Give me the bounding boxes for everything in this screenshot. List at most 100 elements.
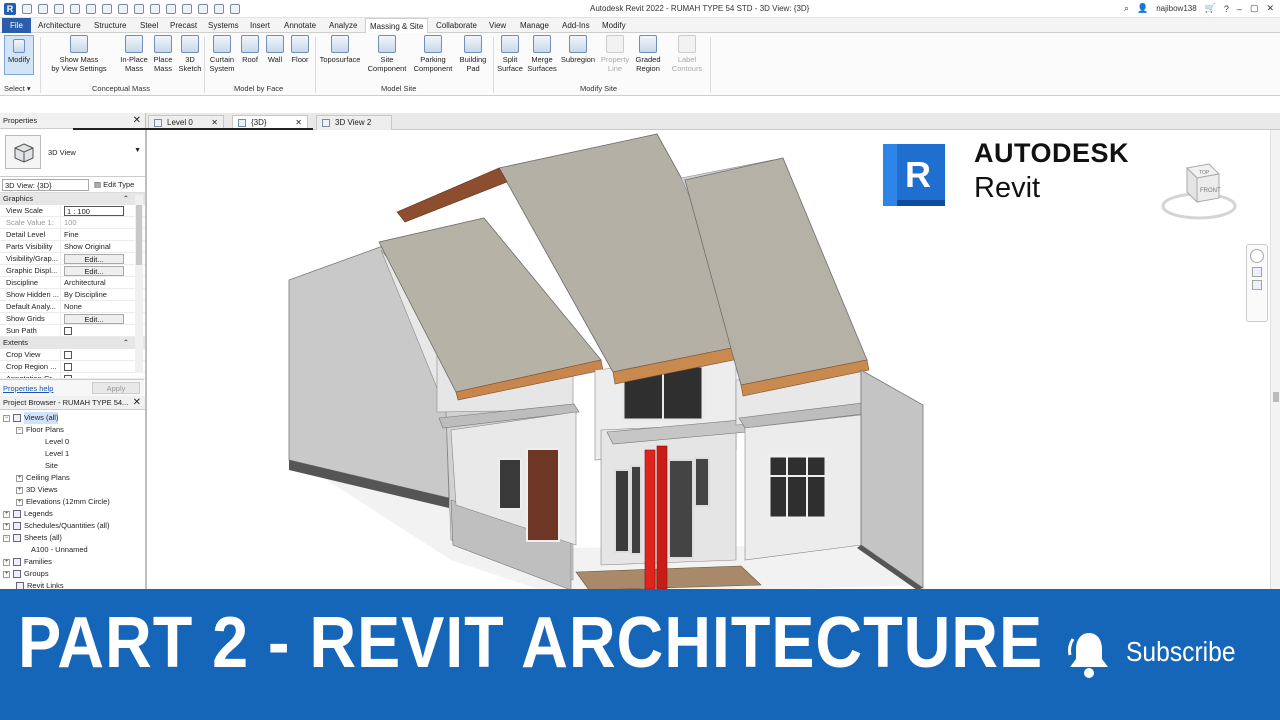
apply-button[interactable]: Apply: [92, 382, 140, 394]
bell-icon[interactable]: [1066, 629, 1112, 679]
collapse-toggle-icon[interactable]: −: [3, 414, 10, 422]
discipline-value[interactable]: Architectural: [61, 277, 145, 288]
expand-toggle-icon[interactable]: +: [16, 474, 23, 482]
redo-icon[interactable]: [86, 4, 96, 14]
tab-precast[interactable]: Precast: [166, 18, 201, 33]
scrollbar[interactable]: [1270, 130, 1280, 589]
annotation-crop-checkbox[interactable]: [64, 375, 72, 378]
section-graphics[interactable]: Graphics ⌃: [0, 193, 145, 205]
type-selector[interactable]: 3D View ▼: [0, 129, 145, 177]
scrollbar-thumb[interactable]: [1273, 392, 1279, 402]
expand-toggle-icon[interactable]: +: [3, 522, 10, 530]
view-scale-field[interactable]: 1 : 100: [64, 206, 124, 216]
tree-node-groups[interactable]: + Groups: [3, 568, 49, 580]
user-name[interactable]: najibow138: [1156, 4, 1196, 13]
tree-node-sheets[interactable]: − Sheets (all): [3, 532, 62, 544]
graphic-display-edit-button[interactable]: Edit...: [64, 266, 124, 276]
site-component-button[interactable]: Site Component: [364, 35, 410, 73]
section-icon[interactable]: [182, 4, 192, 14]
tab-manage[interactable]: Manage: [516, 18, 553, 33]
close-icon[interactable]: ✕: [1266, 3, 1274, 14]
wall-by-face-button[interactable]: Wall: [264, 35, 286, 64]
navigation-bar[interactable]: [1246, 244, 1268, 322]
select-dropdown[interactable]: Select ▾: [4, 84, 31, 93]
vg-edit-button[interactable]: Edit...: [64, 254, 124, 264]
close-hidden-icon[interactable]: [214, 4, 224, 14]
tree-node-level-0[interactable]: Level 0: [45, 436, 69, 448]
expand-toggle-icon[interactable]: +: [3, 558, 10, 566]
minimize-icon[interactable]: –: [1237, 4, 1242, 14]
print-icon[interactable]: [102, 4, 112, 14]
expand-toggle-icon[interactable]: +: [3, 510, 10, 518]
tab-structure[interactable]: Structure: [90, 18, 130, 33]
text-icon[interactable]: [150, 4, 160, 14]
toposurface-button[interactable]: Toposurface: [318, 35, 362, 64]
property-line-button[interactable]: Property Line: [598, 35, 632, 73]
inplace-mass-button[interactable]: In-Place Mass: [118, 35, 150, 73]
tab-massing-site[interactable]: Massing & Site: [365, 18, 429, 33]
section-extents[interactable]: Extents ⌃: [0, 337, 145, 349]
collapse-toggle-icon[interactable]: −: [16, 426, 23, 434]
3d-view-icon[interactable]: [166, 4, 176, 14]
tree-node-schedules[interactable]: + Schedules/Quantities (all): [3, 520, 109, 532]
switch-windows-icon[interactable]: [230, 4, 240, 14]
tree-node-level-1[interactable]: Level 1: [45, 448, 69, 460]
tab-3d-view-2[interactable]: 3D View 2: [316, 115, 392, 130]
expand-toggle-icon[interactable]: +: [16, 498, 23, 506]
tab-file[interactable]: File: [2, 18, 31, 33]
maximize-icon[interactable]: ▢: [1250, 3, 1259, 14]
tab-analyze[interactable]: Analyze: [325, 18, 361, 33]
crop-view-checkbox[interactable]: [64, 351, 72, 359]
place-mass-button[interactable]: Place Mass: [150, 35, 176, 73]
collapse-toggle-icon[interactable]: −: [3, 534, 10, 542]
zoom-icon[interactable]: [1252, 267, 1262, 277]
tree-node-views[interactable]: − Views (all): [3, 412, 59, 424]
save-icon[interactable]: [38, 4, 48, 14]
tree-node-ceiling-plans[interactable]: + Ceiling Plans: [16, 472, 70, 484]
tab-insert[interactable]: Insert: [246, 18, 274, 33]
default-analysis-value[interactable]: None: [61, 301, 145, 312]
tab-systems[interactable]: Systems: [204, 18, 243, 33]
thin-lines-icon[interactable]: [198, 4, 208, 14]
measure-icon[interactable]: [118, 4, 128, 14]
label-contours-button[interactable]: Label Contours: [668, 35, 706, 73]
open-icon[interactable]: [22, 4, 32, 14]
chevron-down-icon[interactable]: ▼: [134, 147, 141, 154]
expand-toggle-icon[interactable]: +: [3, 570, 10, 578]
show-hidden-lines-value[interactable]: By Discipline: [61, 289, 145, 300]
scrollbar[interactable]: [135, 195, 143, 373]
help-icon[interactable]: ?: [1224, 4, 1229, 14]
tree-node-floor-plans[interactable]: − Floor Plans: [16, 424, 64, 436]
dimension-icon[interactable]: [134, 4, 144, 14]
show-mass-button[interactable]: Show Mass by View Settings: [48, 35, 110, 73]
binoculars-icon[interactable]: ⌕: [1124, 3, 1129, 14]
collapse-icon[interactable]: ⌃: [123, 337, 129, 349]
properties-help-link[interactable]: Properties help: [3, 384, 53, 393]
close-icon[interactable]: ✕: [130, 396, 141, 409]
parts-visibility-value[interactable]: Show Original: [61, 241, 145, 252]
undo-icon[interactable]: [70, 4, 80, 14]
user-icon[interactable]: 👤: [1137, 3, 1148, 14]
tab-steel[interactable]: Steel: [136, 18, 162, 33]
close-icon[interactable]: ✕: [133, 113, 141, 129]
cart-icon[interactable]: 🛒: [1205, 3, 1216, 14]
parking-component-button[interactable]: Parking Component: [410, 35, 456, 73]
sync-icon[interactable]: [54, 4, 64, 14]
zoom-extents-icon[interactable]: [1252, 280, 1262, 290]
roof-by-face-button[interactable]: Roof: [239, 35, 261, 64]
tab-addins[interactable]: Add-Ins: [558, 18, 594, 33]
tree-node-legends[interactable]: + Legends: [3, 508, 53, 520]
expand-toggle-icon[interactable]: +: [16, 486, 23, 494]
view-selector[interactable]: 3D View: {3D}: [2, 179, 89, 191]
graded-region-button[interactable]: Graded Region: [632, 35, 664, 73]
detail-level-value[interactable]: Fine: [61, 229, 145, 240]
merge-surfaces-button[interactable]: Merge Surfaces: [526, 35, 558, 73]
tab-collaborate[interactable]: Collaborate: [432, 18, 481, 33]
building-pad-button[interactable]: Building Pad: [456, 35, 490, 73]
collapse-icon[interactable]: ⌃: [123, 193, 129, 205]
tree-node-elevations[interactable]: + Elevations (12mm Circle): [16, 496, 110, 508]
3d-viewport[interactable]: R AUTODESK Revit TOP FRONT: [146, 130, 1280, 589]
edit-type-button[interactable]: ▤ Edit Type: [94, 179, 134, 191]
tree-node-a100[interactable]: A100 - Unnamed: [31, 544, 88, 556]
tab-annotate[interactable]: Annotate: [280, 18, 320, 33]
